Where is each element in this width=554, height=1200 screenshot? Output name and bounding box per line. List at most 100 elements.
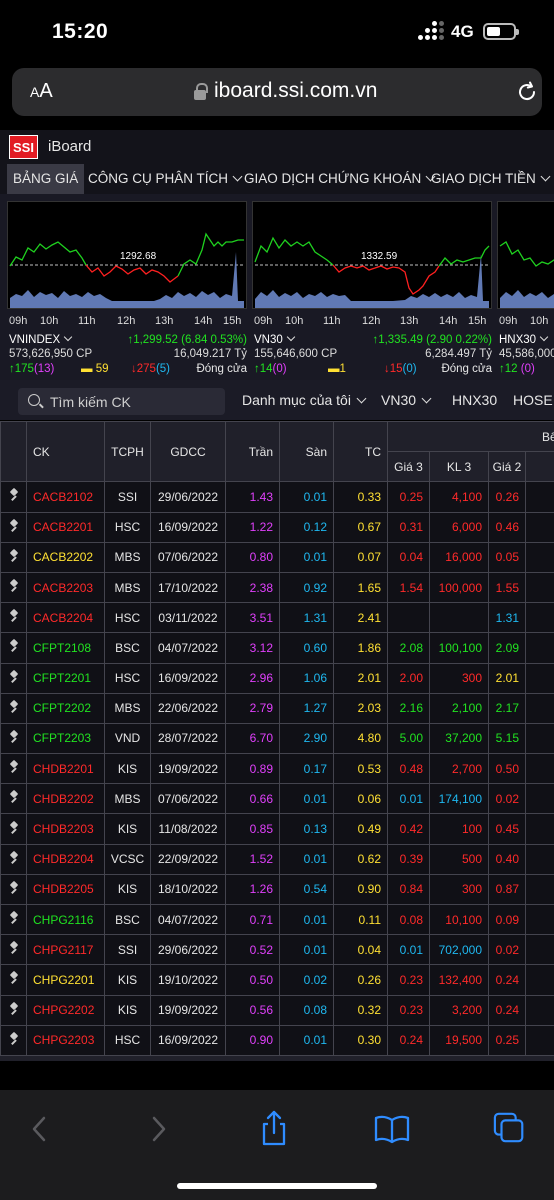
table-row[interactable]: CACB2102 SSI 29/06/2022 1.43 0.01 0.33 0.25 4,1… xyxy=(0,481,554,513)
pin-icon[interactable] xyxy=(9,489,19,501)
cell-gia3[interactable]: 0.48 xyxy=(387,753,430,785)
cell-ck[interactable]: CHDB2204 xyxy=(26,843,105,875)
table-row[interactable]: CACB2202 MBS 07/06/2022 0.80 0.01 0.07 0.04 16,… xyxy=(0,541,554,573)
cell-gia2[interactable]: 0.87 xyxy=(488,873,526,906)
cell-ck[interactable]: CACB2202 xyxy=(26,541,105,573)
chevron-down-icon[interactable] xyxy=(63,332,73,342)
cell-gia3[interactable]: 1.54 xyxy=(387,571,430,604)
header-gia2[interactable]: Giá 2 xyxy=(488,451,526,483)
table-row[interactable]: CHDB2203 KIS 11/08/2022 0.85 0.13 0.49 0.42 100… xyxy=(0,813,554,845)
header-gia3[interactable]: Giá 3 xyxy=(387,451,430,483)
cell-gia3[interactable]: 5.00 xyxy=(387,722,430,755)
pin-icon[interactable] xyxy=(0,934,27,966)
cell-gia2[interactable]: 1.55 xyxy=(488,571,526,604)
table-row[interactable]: CACB2203 MBS 17/10/2022 2.38 0.92 1.65 1.54 100… xyxy=(0,571,554,604)
reload-icon[interactable] xyxy=(515,80,539,104)
header-tc[interactable]: TC xyxy=(333,421,388,483)
cell-gia2[interactable]: 0.26 xyxy=(488,481,526,513)
cell-gia2[interactable]: 2.09 xyxy=(488,632,526,664)
pin-icon[interactable] xyxy=(9,550,19,562)
table-row[interactable]: CHPG2203 HSC 16/09/2022 0.90 0.01 0.30 0.24 19,… xyxy=(0,1024,554,1056)
chevron-down-icon[interactable] xyxy=(286,332,296,342)
price-board[interactable]: CK TCPH GDCC Trần Sàn TC Bên mua Giá 3 K… xyxy=(0,421,554,1061)
pin-icon[interactable] xyxy=(0,843,27,875)
pin-icon[interactable] xyxy=(0,994,27,1026)
cell-gia2[interactable]: 0.25 xyxy=(488,1024,526,1056)
share-icon[interactable] xyxy=(254,1108,294,1148)
pin-icon[interactable] xyxy=(9,1033,19,1045)
pin-icon[interactable] xyxy=(0,964,27,996)
cell-gia3[interactable]: 0.23 xyxy=(387,964,430,996)
pin-icon[interactable] xyxy=(9,822,19,834)
table-row[interactable]: CFPT2201 HSC 16/09/2022 2.96 1.06 2.01 2.00 300… xyxy=(0,662,554,694)
header-san[interactable]: Sàn xyxy=(279,421,334,483)
table-row[interactable]: CHPG2202 KIS 19/09/2022 0.56 0.08 0.32 0.23 3,2… xyxy=(0,994,554,1026)
header-gdcc[interactable]: GDCC xyxy=(150,421,226,483)
table-row[interactable]: CACB2201 HSC 16/09/2022 1.22 0.12 0.67 0.31 6,0… xyxy=(0,511,554,543)
category-dropdown[interactable]: Danh mục của tôi xyxy=(242,392,367,408)
search-input[interactable] xyxy=(50,392,220,411)
cell-gia2[interactable]: 0.02 xyxy=(488,783,526,815)
bookmarks-icon[interactable] xyxy=(372,1112,412,1146)
cell-ck[interactable]: CHPG2202 xyxy=(26,994,105,1026)
cell-gia3[interactable]: 0.04 xyxy=(387,541,430,573)
chevron-down-icon[interactable] xyxy=(539,332,549,342)
cell-ck[interactable]: CHDB2203 xyxy=(26,813,105,845)
pin-icon[interactable] xyxy=(9,1003,19,1015)
search-box[interactable] xyxy=(18,388,225,415)
pin-icon[interactable] xyxy=(0,873,27,906)
pin-icon[interactable] xyxy=(9,731,19,743)
cell-gia3[interactable]: 0.08 xyxy=(387,903,430,936)
url-host[interactable]: iboard.ssi.com.vn xyxy=(214,79,377,103)
pin-icon[interactable] xyxy=(0,813,27,845)
table-row[interactable]: CACB2204HSC03/11/20223.511.312.411.3124, xyxy=(0,602,554,634)
pin-icon[interactable] xyxy=(9,942,19,954)
cell-ck[interactable]: CFPT2108 xyxy=(26,632,105,664)
cell-gia2[interactable]: 0.24 xyxy=(488,964,526,996)
cell-gia2[interactable]: 2.01 xyxy=(488,662,526,694)
back-icon[interactable] xyxy=(20,1112,60,1146)
address-bar[interactable]: AA iboard.ssi.com.vn xyxy=(12,68,542,116)
menu-giao-dich-chung-khoan[interactable]: GIAO DỊCH CHỨNG KHOÁN xyxy=(244,164,436,194)
cell-gia3[interactable]: 2.00 xyxy=(387,662,430,694)
reader-options-button[interactable]: AA xyxy=(30,80,53,103)
cell-ck[interactable]: CHPG2203 xyxy=(26,1024,105,1056)
cell-ck[interactable]: CACB2203 xyxy=(26,571,105,604)
pin-icon[interactable] xyxy=(0,692,27,724)
header-kl3[interactable]: KL 3 xyxy=(429,451,489,483)
cell-gia3[interactable]: 0.39 xyxy=(387,843,430,875)
hose-tab[interactable]: HOSE xyxy=(513,392,553,408)
cell-ck[interactable]: CHDB2202 xyxy=(26,783,105,815)
cell-ck[interactable]: CHPG2116 xyxy=(26,903,105,936)
table-row[interactable]: CHPG2117 SSI 29/06/2022 0.52 0.01 0.04 0.01 702… xyxy=(0,934,554,966)
cell-ck[interactable]: CACB2201 xyxy=(26,511,105,543)
cell-ck[interactable]: CHDB2205 xyxy=(26,873,105,906)
cell-gia3[interactable]: 2.08 xyxy=(387,632,430,664)
pin-icon[interactable] xyxy=(9,671,19,683)
table-row[interactable]: CFPT2108 BSC 04/07/2022 3.12 0.60 1.86 2.08 100… xyxy=(0,632,554,664)
table-row[interactable]: CHPG2116 BSC 04/07/2022 0.71 0.01 0.11 0.08 10,… xyxy=(0,903,554,936)
header-kl2[interactable]: K xyxy=(524,451,554,483)
header-tran[interactable]: Trần xyxy=(225,421,280,483)
pin-icon[interactable] xyxy=(0,632,27,664)
cell-gia2[interactable]: 0.02 xyxy=(488,934,526,966)
cell-gia2[interactable]: 0.05 xyxy=(488,541,526,573)
forward-icon[interactable] xyxy=(138,1112,178,1146)
pin-icon[interactable] xyxy=(0,541,27,573)
pin-icon[interactable] xyxy=(9,520,19,532)
table-row[interactable]: CHDB2201 KIS 19/09/2022 0.89 0.17 0.53 0.48 2,7… xyxy=(0,753,554,785)
pin-icon[interactable] xyxy=(0,722,27,755)
table-row[interactable]: CHDB2202 MBS 07/06/2022 0.66 0.01 0.06 0.01 174… xyxy=(0,783,554,815)
pin-icon[interactable] xyxy=(0,1024,27,1056)
cell-ck[interactable]: CACB2204 xyxy=(26,602,105,634)
cell-gia2[interactable]: 0.40 xyxy=(488,843,526,875)
pin-icon[interactable] xyxy=(9,580,19,592)
header-tcph[interactable]: TCPH xyxy=(104,421,151,483)
table-row[interactable]: CHPG2201 KIS 19/10/2022 0.50 0.02 0.26 0.23 132… xyxy=(0,964,554,996)
pin-icon[interactable] xyxy=(0,662,27,694)
cell-gia3[interactable]: 0.01 xyxy=(387,934,430,966)
cell-ck[interactable]: CHPG2201 xyxy=(26,964,105,996)
table-row[interactable]: CHDB2204 VCSC 22/09/2022 1.52 0.01 0.62 0.39 50… xyxy=(0,843,554,875)
cell-gia2[interactable]: 0.50 xyxy=(488,753,526,785)
cell-gia3[interactable]: 0.24 xyxy=(387,1024,430,1056)
